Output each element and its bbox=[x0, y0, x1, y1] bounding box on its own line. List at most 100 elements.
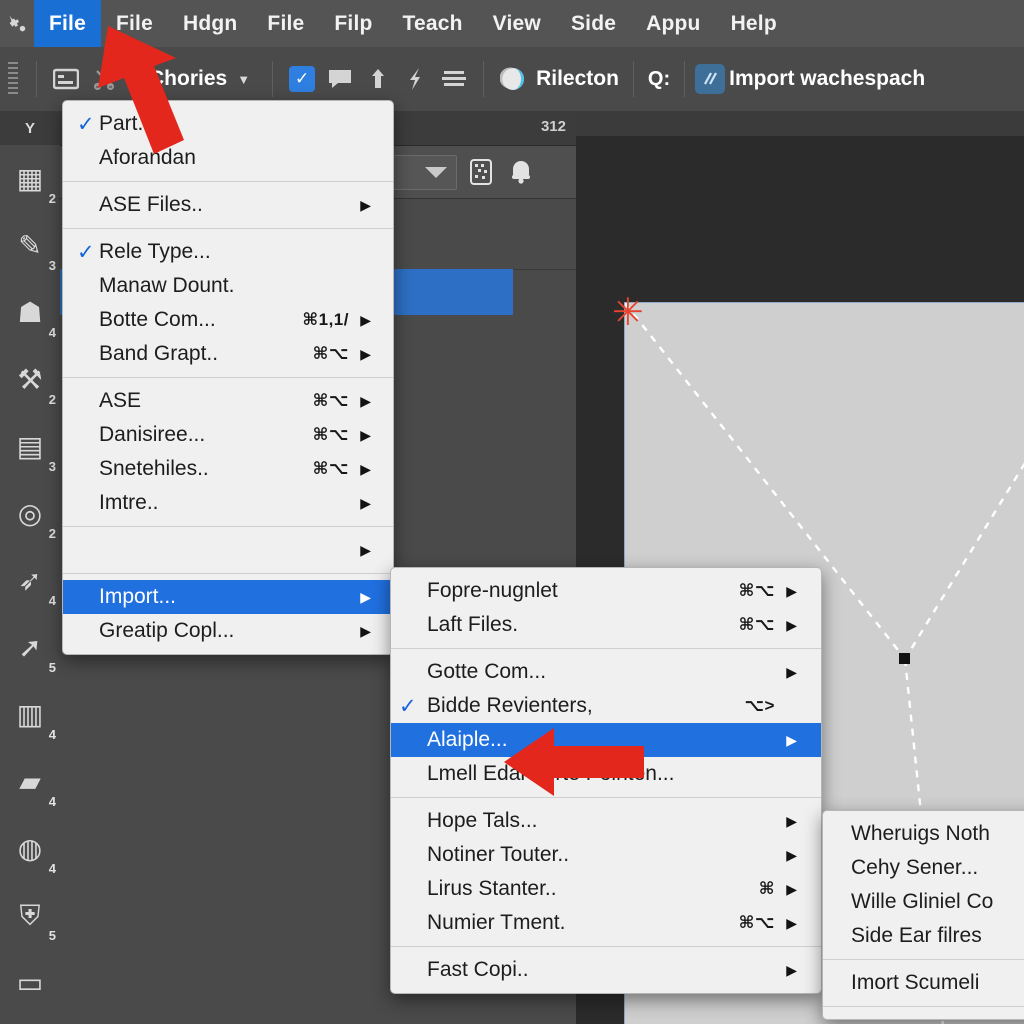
target-icon[interactable]: ◎ 2 bbox=[0, 480, 60, 547]
book-icon[interactable]: ▥ 4 bbox=[0, 681, 60, 748]
menu-item[interactable]: Wheruigs Noth bbox=[823, 817, 1024, 851]
menu-item[interactable]: ✓ Rele Type... bbox=[63, 235, 393, 269]
tool-badge: 4 bbox=[48, 325, 56, 340]
menu-item-label: Alaiple... bbox=[427, 728, 508, 751]
submenu-arrow-icon: ▶ bbox=[360, 345, 371, 362]
menu-item[interactable]: Gotte Com... ▶ bbox=[391, 655, 821, 689]
submenu-arrow-icon: ▶ bbox=[786, 582, 797, 599]
camera-icon[interactable]: ◍ 4 bbox=[0, 815, 60, 882]
up-arrow-icon[interactable] bbox=[359, 60, 397, 98]
menu-item[interactable]: Wille Gliniel Co bbox=[823, 885, 1024, 919]
submenu-arrow-icon: ▶ bbox=[786, 812, 797, 829]
menubar-item-0[interactable]: File bbox=[34, 0, 101, 47]
search-icon[interactable]: Q: bbox=[648, 68, 670, 91]
toolbar-divider bbox=[632, 61, 634, 97]
menu-separator bbox=[391, 648, 821, 649]
menu-item-shortcut: ⌘⌥ bbox=[312, 425, 349, 444]
menu-item[interactable]: Greatip Copl... ▶ bbox=[63, 614, 393, 648]
align-left-icon[interactable] bbox=[47, 60, 85, 98]
noise-swatch-icon[interactable] bbox=[468, 159, 494, 185]
brush-icon[interactable]: ➚ 5 bbox=[0, 614, 60, 681]
page-icon[interactable]: ▤ 3 bbox=[0, 413, 60, 480]
syringe-icon-glyph: ➶ bbox=[18, 564, 42, 596]
menu-item[interactable]: Side Ear filres bbox=[823, 919, 1024, 953]
tool-badge: 3 bbox=[48, 459, 56, 474]
menu-item[interactable]: ✓ Bidde Revienters, ⌥> bbox=[391, 689, 821, 723]
globe-icon[interactable] bbox=[494, 60, 532, 98]
comment-icon[interactable] bbox=[321, 60, 359, 98]
menu-item[interactable]: Cehy Sener... bbox=[823, 851, 1024, 885]
menu-item[interactable]: ✓ Part... bbox=[63, 107, 393, 141]
check-icon: ✓ bbox=[399, 694, 417, 718]
checkbox-toggle[interactable]: ✓ bbox=[283, 60, 321, 98]
menu-item[interactable]: Hope Tals... ▶ bbox=[391, 804, 821, 838]
menu-item-label: Botte Com... bbox=[99, 308, 216, 331]
submenu-arrow-icon: ▶ bbox=[786, 961, 797, 978]
shield-icon[interactable]: ⛨ 5 bbox=[0, 882, 60, 949]
menu-item[interactable]: Aforandan bbox=[63, 141, 393, 175]
menu-item[interactable]: ASE Files.. ▶ bbox=[63, 188, 393, 222]
syringe-icon[interactable]: ➶ 4 bbox=[0, 547, 60, 614]
menubar-item-1[interactable]: File bbox=[101, 0, 168, 47]
import-label[interactable]: Import wachespach bbox=[729, 67, 925, 91]
menubar-item-7[interactable]: Side bbox=[556, 0, 631, 47]
menu-item-label: Part... bbox=[99, 112, 156, 135]
menubar-item-5[interactable]: Teach bbox=[388, 0, 478, 47]
menu-item[interactable]: Snetehiles.. ⌘⌥ ▶ bbox=[63, 452, 393, 486]
hammer-icon-glyph: ⚒ bbox=[17, 363, 43, 395]
folder-icon[interactable]: ▭ bbox=[0, 949, 60, 1016]
list-lines-icon[interactable] bbox=[435, 60, 473, 98]
menu-item[interactable]: Laft Files. ⌘⌥ ▶ bbox=[391, 608, 821, 642]
toolbar-drag-handle[interactable] bbox=[8, 62, 18, 96]
tool-badge: 4 bbox=[48, 593, 56, 608]
menu-item[interactable]: Danisiree... ⌘⌥ ▶ bbox=[63, 418, 393, 452]
menubar-item-6[interactable]: View bbox=[478, 0, 556, 47]
file-menu[interactable]: ✓ Part... Aforandan ASE Files.. ▶ ✓ Rele Type.… bbox=[62, 100, 394, 655]
menu-item[interactable]: ASE ⌘⌥ ▶ bbox=[63, 384, 393, 418]
eraser-icon-glyph: ▰ bbox=[19, 765, 41, 797]
eraser-icon[interactable]: ▰ 4 bbox=[0, 748, 60, 815]
menu-item[interactable]: Manaw Dount. bbox=[63, 269, 393, 303]
alaiple-submenu[interactable]: Wheruigs Noth Cehy Sener... Wille Gliniel … bbox=[822, 810, 1024, 1020]
menu-item-label: Laft Files. bbox=[427, 613, 519, 636]
submenu-arrow-icon: ▶ bbox=[360, 460, 371, 477]
menu-item[interactable]: Lirus Stanter.. ⌘ ▶ bbox=[391, 872, 821, 906]
menu-separator bbox=[63, 181, 393, 182]
menu-item-label: Notiner Touter.. bbox=[427, 843, 570, 866]
menu-item[interactable]: Imort Scumeli bbox=[823, 966, 1024, 1000]
menubar-item-2[interactable]: Hdgn bbox=[168, 0, 252, 47]
menubar-item-9[interactable]: Help bbox=[716, 0, 792, 47]
anchor-point-icon[interactable] bbox=[899, 653, 910, 664]
tool-badge: 2 bbox=[48, 526, 56, 541]
menu-item-shortcut: ⌘ bbox=[758, 879, 775, 898]
menu-item-label: Gotte Com... bbox=[427, 660, 547, 683]
bell-icon[interactable] bbox=[508, 159, 534, 185]
menu-item-label: Wheruigs Noth bbox=[851, 822, 990, 845]
hammer-icon[interactable]: ⚒ 2 bbox=[0, 346, 60, 413]
menu-item[interactable]: Import... ▶ bbox=[63, 580, 393, 614]
menu-item[interactable]: Fast Copi.. ▶ bbox=[391, 953, 821, 987]
chories-dropdown[interactable]: Chories ▼ bbox=[145, 67, 250, 91]
table-grid-icon-glyph: ▦ bbox=[16, 162, 44, 194]
menu-item[interactable]: Band Grapt.. ⌘⌥ ▶ bbox=[63, 337, 393, 371]
menu-item[interactable]: Botte Com... ⌘1,1/ ▶ bbox=[63, 303, 393, 337]
menu-item[interactable]: Fopre-nugnlet ⌘⌥ ▶ bbox=[391, 574, 821, 608]
import-submenu[interactable]: Fopre-nugnlet ⌘⌥ ▶ Laft Files. ⌘⌥ ▶ Gotte Com.… bbox=[390, 567, 822, 994]
menubar-item-4[interactable]: Filp bbox=[319, 0, 387, 47]
slashes-icon[interactable] bbox=[695, 64, 726, 94]
scissors-icon[interactable] bbox=[85, 60, 123, 98]
check-icon: ✓ bbox=[77, 112, 95, 136]
menubar-item-8[interactable]: Appu bbox=[631, 0, 715, 47]
menu-item[interactable]: Lmell Edar sorte Pointen... bbox=[391, 757, 821, 791]
menu-item[interactable]: Imtre.. ▶ bbox=[63, 486, 393, 520]
menu-item[interactable]: ▶ bbox=[63, 533, 393, 567]
menu-item[interactable]: Notiner Touter.. ▶ bbox=[391, 838, 821, 872]
stamp-icon[interactable]: ☗ 4 bbox=[0, 279, 60, 346]
menu-item[interactable]: Numier Tment. ⌘⌥ ▶ bbox=[391, 906, 821, 940]
pen-nib-icon[interactable]: ✎ 3 bbox=[0, 212, 60, 279]
menubar-item-3[interactable]: File bbox=[252, 0, 319, 47]
menu-item[interactable]: Alaiple... ▶ bbox=[391, 723, 821, 757]
menu-item-label: Manaw Dount. bbox=[99, 274, 235, 297]
lightning-bolt-icon[interactable] bbox=[397, 60, 435, 98]
table-grid-icon[interactable]: ▦ 2 bbox=[0, 145, 60, 212]
